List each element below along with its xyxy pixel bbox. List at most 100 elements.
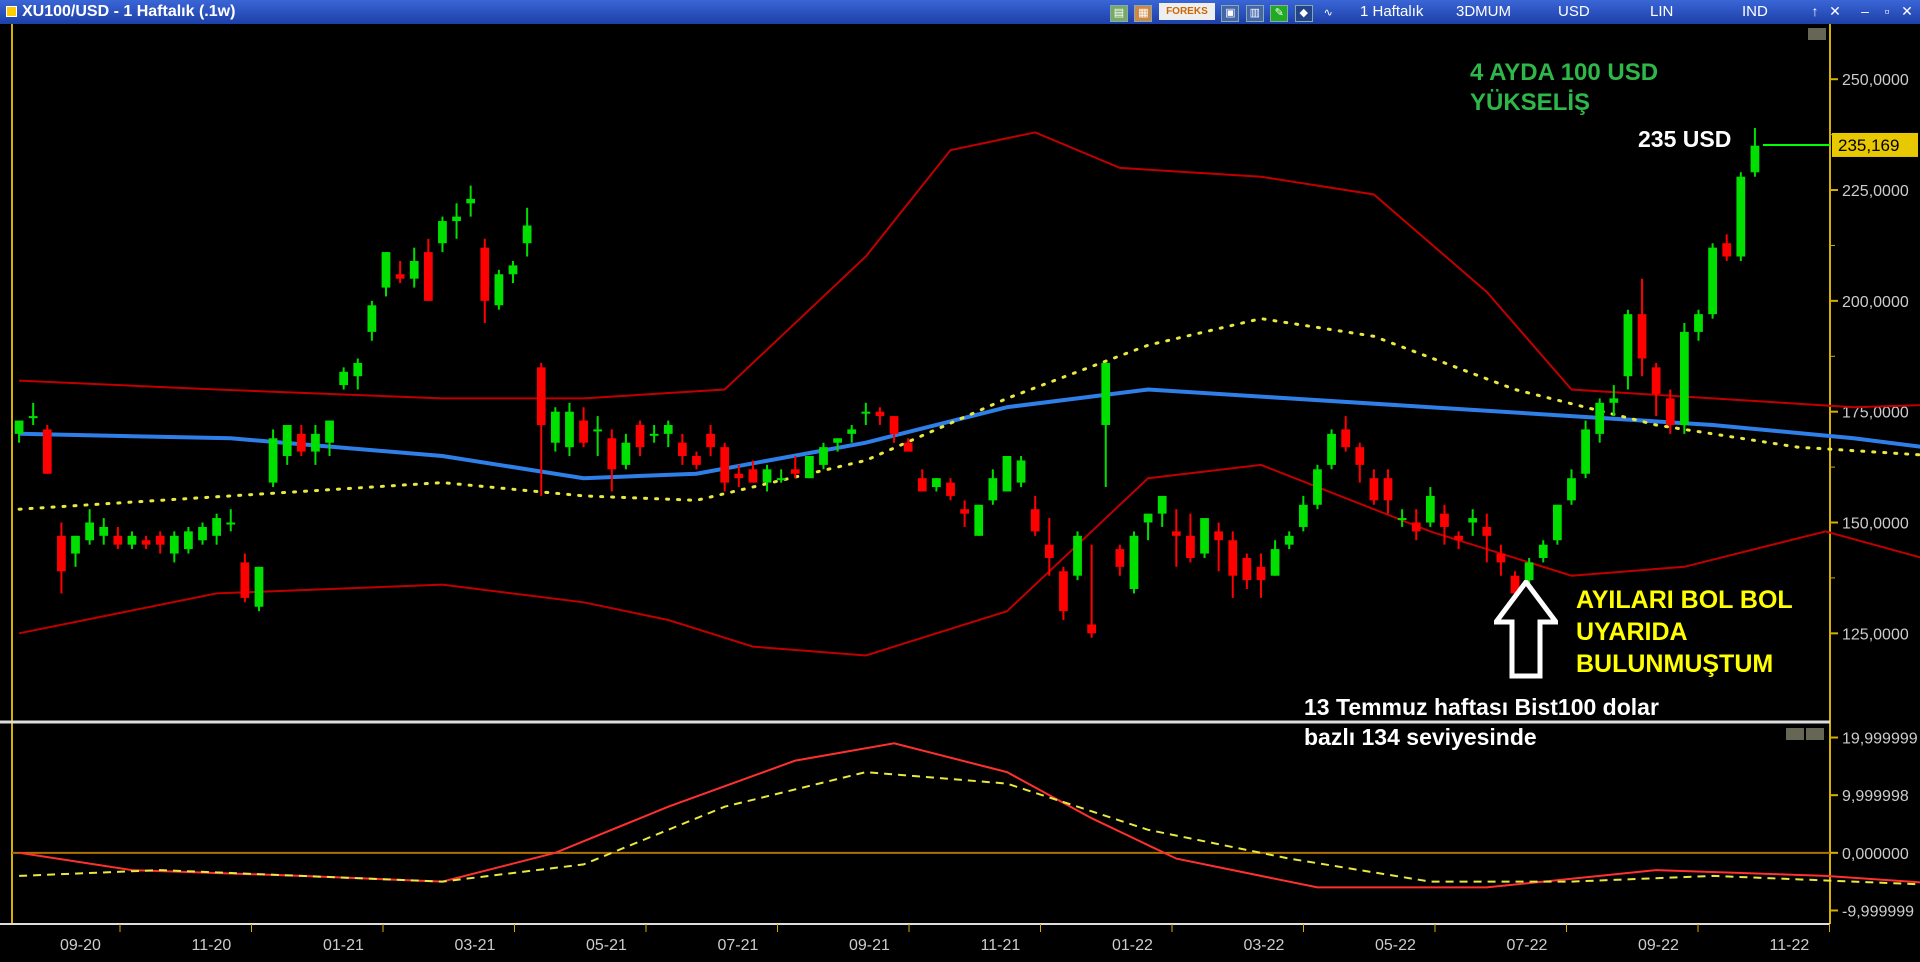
- bear-candle: [1411, 522, 1421, 532]
- bear-candle: [155, 535, 165, 545]
- bull-candle: [325, 420, 334, 443]
- bull-candle: [1694, 314, 1703, 332]
- bull-candle: [339, 371, 349, 386]
- bull-candle: [805, 456, 814, 479]
- bear-candle: [579, 420, 588, 443]
- bull-candle: [1524, 562, 1534, 581]
- bull-candle: [663, 424, 673, 434]
- osc-tick-label: 0,000000: [1842, 846, 1909, 863]
- bear-candle: [706, 433, 715, 448]
- bull-candle: [1073, 535, 1082, 576]
- bear-candle: [677, 442, 687, 457]
- price-note: 235 USD: [1638, 126, 1732, 152]
- time-tick-label: 05-22: [1375, 937, 1416, 954]
- bull-candle: [212, 518, 222, 536]
- bull-candle: [14, 420, 24, 434]
- chart-background: [0, 24, 1920, 962]
- bull-candle: [593, 429, 603, 432]
- price-tick-label: 200,0000: [1842, 294, 1909, 311]
- bear-candle: [1171, 531, 1181, 536]
- bull-candle: [1327, 433, 1336, 465]
- bear-candle: [1369, 478, 1379, 501]
- bull-candle: [99, 526, 109, 536]
- bear-candle: [1454, 535, 1463, 541]
- bull-candle: [522, 225, 532, 244]
- bear-candle: [1341, 429, 1351, 448]
- panel-button: [1806, 728, 1824, 740]
- warning-line-3: BULUNMUŞTUM: [1576, 650, 1774, 678]
- bear-candle: [1186, 535, 1195, 558]
- bear-candle: [903, 442, 913, 452]
- bull-candle: [1129, 535, 1139, 590]
- time-tick-label: 11-20: [192, 937, 232, 954]
- rise-annotation: 4 AYDA 100 USD YÜKSELİŞ: [1470, 58, 1658, 118]
- bull-candle: [1567, 478, 1576, 501]
- bull-candle: [254, 566, 264, 607]
- bull-candle: [226, 522, 236, 525]
- bull-candle: [508, 265, 518, 275]
- bear-candle: [1722, 243, 1732, 257]
- warning-line-2: UYARIDA: [1576, 618, 1688, 646]
- bull-candle: [833, 438, 842, 443]
- bull-candle: [565, 411, 574, 448]
- rise-line-1: 4 AYDA 100 USD: [1470, 59, 1659, 86]
- bear-candle: [946, 482, 955, 496]
- bear-candle: [720, 447, 730, 483]
- bear-candle: [1665, 398, 1675, 425]
- time-tick-label: 01-22: [1112, 937, 1153, 954]
- bear-candle: [692, 456, 701, 465]
- bull-candle: [1538, 544, 1548, 558]
- bear-candle: [1482, 526, 1492, 536]
- time-tick-label: 09-21: [849, 937, 890, 954]
- bull-candle: [28, 416, 38, 419]
- bull-candle: [974, 504, 984, 536]
- bull-candle: [861, 411, 871, 414]
- bull-candle: [1750, 145, 1760, 173]
- price-tick-label: 150,0000: [1842, 516, 1909, 533]
- panel-button: [1808, 28, 1826, 40]
- bull-candle: [438, 221, 447, 244]
- bull-candle: [452, 216, 461, 222]
- price-chart[interactable]: 250,0000225,0000200,0000175,0000150,0000…: [0, 0, 1920, 962]
- bear-candle: [57, 535, 66, 572]
- bull-candle: [1002, 456, 1012, 492]
- bear-candle: [1228, 540, 1238, 576]
- time-tick-label: 01-21: [323, 937, 364, 954]
- bull-candle: [71, 535, 80, 554]
- bull-candle: [649, 433, 659, 436]
- bear-candle: [1383, 478, 1393, 501]
- bull-candle: [1425, 495, 1435, 523]
- bear-candle: [1242, 557, 1252, 581]
- bull-candle: [409, 260, 419, 279]
- bear-candle: [1059, 571, 1068, 612]
- bull-candle: [1736, 176, 1746, 257]
- bull-candle: [762, 469, 772, 483]
- bear-candle: [480, 247, 490, 301]
- bull-candle: [169, 535, 179, 554]
- bear-candle: [1355, 447, 1365, 465]
- bull-candle: [1623, 314, 1633, 377]
- bear-candle: [635, 424, 645, 448]
- bull-candle: [1143, 513, 1153, 523]
- bear-candle: [141, 540, 151, 545]
- bull-candle: [466, 198, 476, 204]
- price-tick-label: 225,0000: [1842, 183, 1909, 200]
- time-tick-label: 03-22: [1244, 937, 1285, 954]
- bear-candle: [1496, 553, 1506, 563]
- bull-candle: [1313, 469, 1322, 505]
- bull-candle: [268, 438, 278, 483]
- bear-candle: [42, 429, 52, 474]
- price-tick-label: 125,0000: [1842, 626, 1909, 643]
- time-tick-label: 05-21: [586, 937, 627, 954]
- time-tick-label: 07-22: [1507, 937, 1548, 954]
- bear-candle: [1214, 531, 1224, 541]
- bear-candle: [889, 416, 899, 434]
- time-tick-label: 11-21: [981, 937, 1021, 954]
- bear-candle: [1256, 566, 1266, 581]
- warning-line-1: AYILARI BOL BOL: [1576, 586, 1793, 614]
- bear-candle: [1030, 509, 1040, 532]
- bear-candle: [1637, 314, 1647, 359]
- osc-tick-label: 9,999998: [1842, 788, 1909, 805]
- bull-candle: [1157, 495, 1167, 514]
- osc-tick-label: 19,999999: [1842, 731, 1918, 748]
